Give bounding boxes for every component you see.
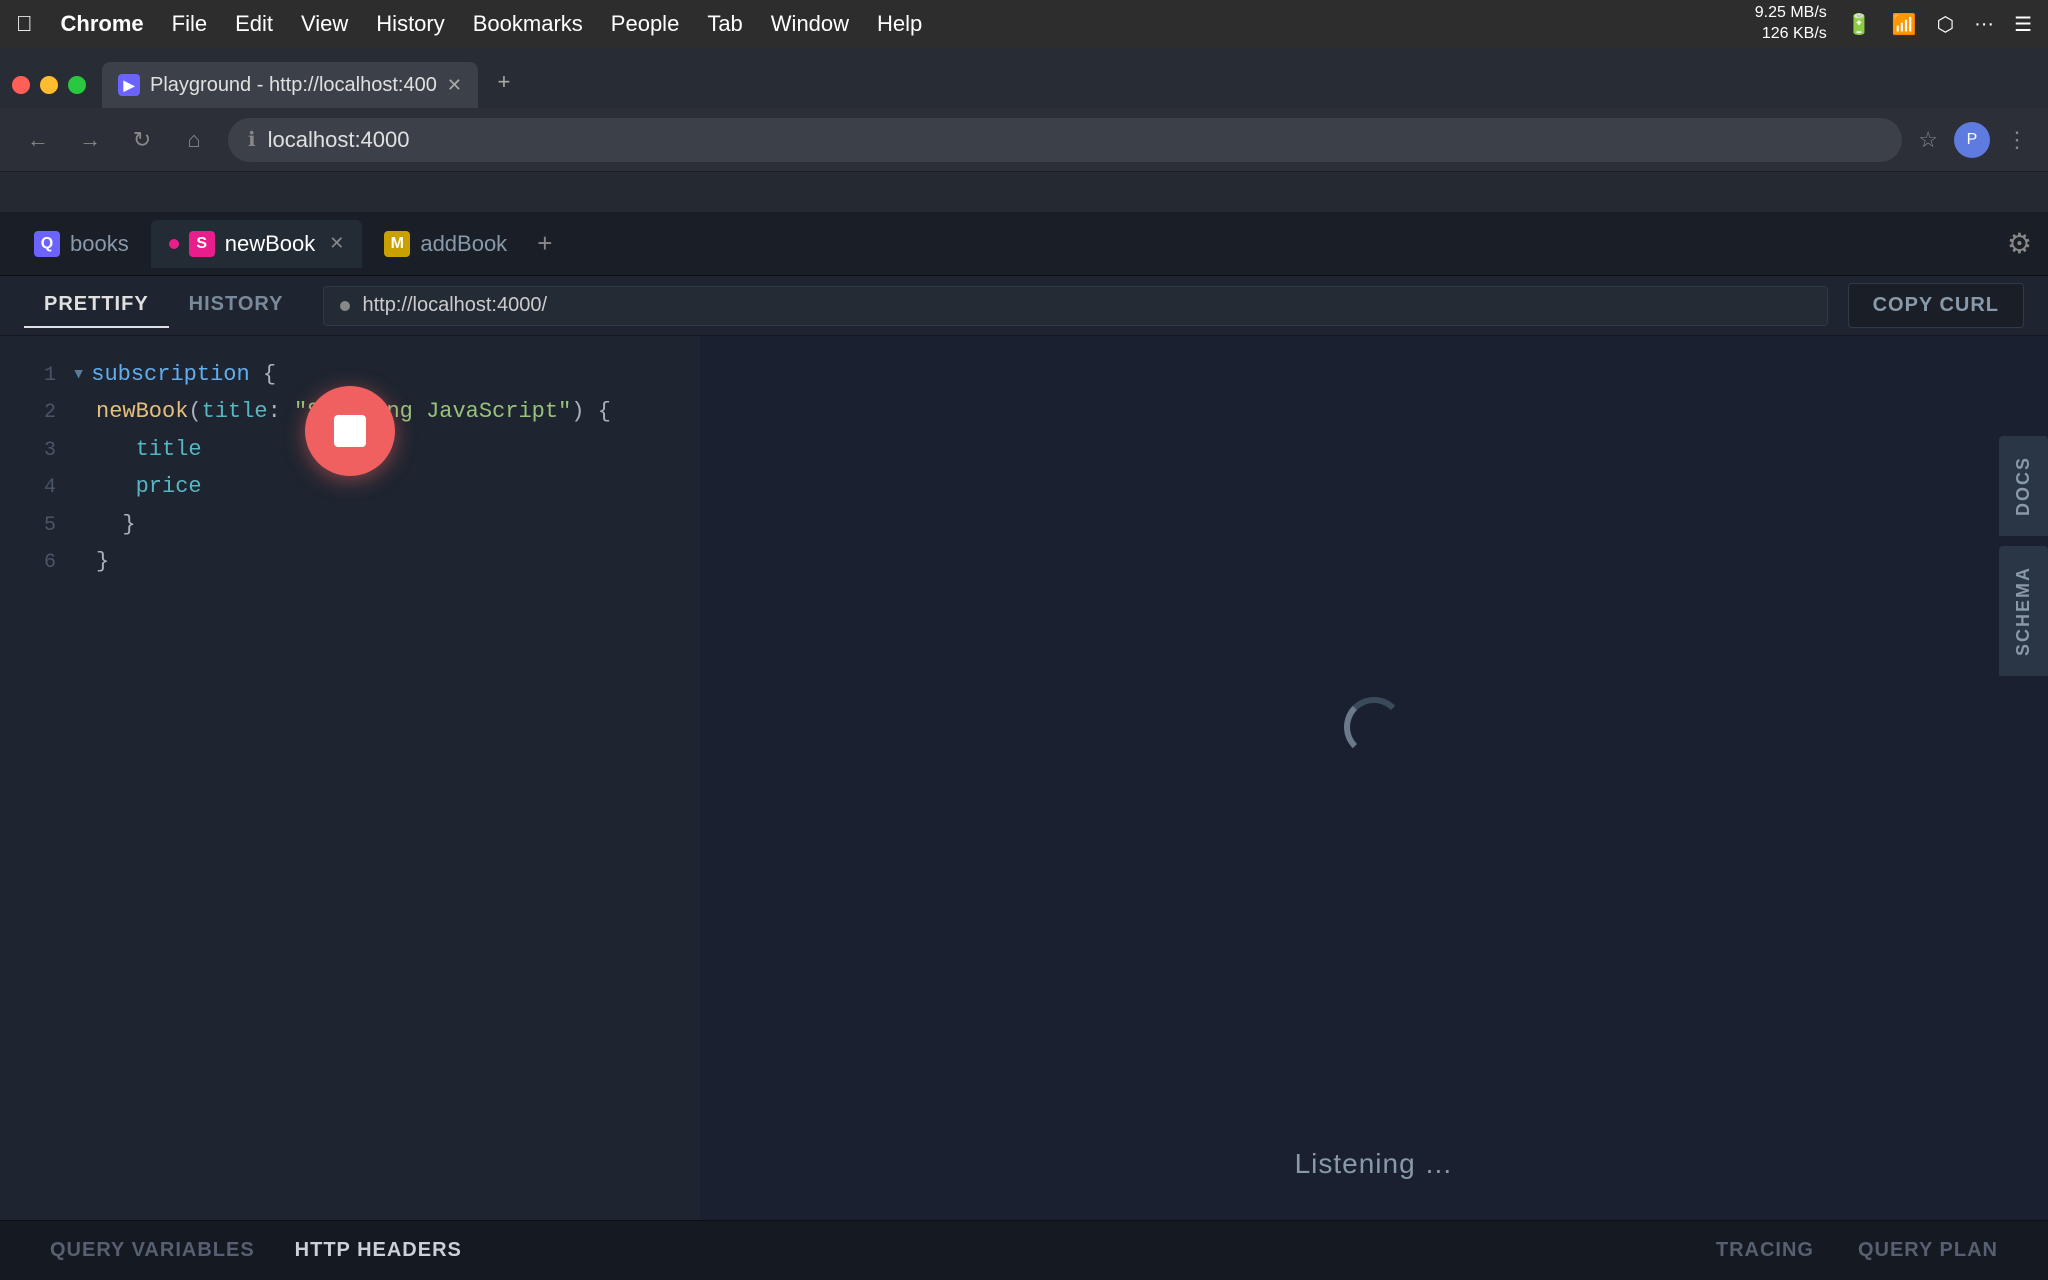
new-tab-button[interactable]: + xyxy=(486,64,522,100)
network-down: 126 KB/s xyxy=(1755,24,1827,45)
bookmark-icon[interactable]: ☆ xyxy=(1918,127,1938,153)
endpoint-url-bar[interactable]: http://localhost:4000/ xyxy=(323,286,1827,326)
browser-tab-active[interactable]: ▶ Playground - http://localhost:400 ✕ xyxy=(102,62,478,108)
reload-button[interactable]: ↻ xyxy=(124,122,160,158)
code-line-6: 6 } xyxy=(0,543,700,580)
http-headers-tab[interactable]: HTTP HEADERS xyxy=(275,1229,482,1272)
side-tabs: DOCS SCHEMA xyxy=(1996,336,2048,1220)
schema-tab-button[interactable]: SCHEMA xyxy=(1999,546,2048,676)
settings-icon[interactable]: ⚙ xyxy=(2007,227,2032,260)
token-close-inner: } xyxy=(96,506,136,543)
clock-icon: ··· xyxy=(1974,13,1994,36)
line-number-2: 2 xyxy=(20,396,56,430)
token-price-field: price xyxy=(96,468,202,505)
tab-addbook[interactable]: M addBook xyxy=(366,220,525,268)
line-number-3: 3 xyxy=(20,434,56,468)
menu-edit[interactable]: Edit xyxy=(235,11,273,37)
code-line-5: 5 } xyxy=(0,506,700,543)
token-newbook: newBook xyxy=(96,393,188,430)
network-up: 9.25 MB/s xyxy=(1755,3,1827,24)
token-title-field: title xyxy=(96,431,202,468)
tab-title: Playground - http://localhost:400 xyxy=(150,74,437,97)
tab-icon-newbook: S xyxy=(189,231,215,257)
menu-bookmarks[interactable]: Bookmarks xyxy=(473,11,583,37)
connection-status-dot xyxy=(340,301,350,311)
line-number-6: 6 xyxy=(20,546,56,580)
macos-menubar:  Chrome File Edit View History Bookmark… xyxy=(0,0,2048,48)
line-number-1: 1 xyxy=(20,359,56,393)
query-plan-tab[interactable]: QUERY PLAN xyxy=(1838,1229,2018,1272)
token-close-outer: } xyxy=(96,543,109,580)
query-variables-tab[interactable]: QUERY VARIABLES xyxy=(30,1229,275,1272)
tab-icon-addbook: M xyxy=(384,231,410,257)
forward-button[interactable]: → xyxy=(72,122,108,158)
prettify-button[interactable]: PRETTIFY xyxy=(24,283,169,328)
endpoint-url-text: http://localhost:4000/ xyxy=(362,294,547,317)
wifi-icon: 📶 xyxy=(1892,12,1917,37)
menu-view[interactable]: View xyxy=(301,11,348,37)
loading-spinner xyxy=(1344,697,1404,757)
tab-dot-newbook xyxy=(169,239,179,249)
traffic-lights xyxy=(12,76,86,94)
url-display: localhost:4000 xyxy=(268,127,1883,153)
tab-close-newbook[interactable]: ✕ xyxy=(329,233,344,254)
token-subscription: subscription xyxy=(91,356,249,393)
tab-label-addbook: addBook xyxy=(420,231,507,257)
bottom-right-tabs: TRACING QUERY PLAN xyxy=(1696,1229,2018,1272)
back-button[interactable]: ← xyxy=(20,122,56,158)
line-number-4: 4 xyxy=(20,471,56,505)
network-stats: 9.25 MB/s 126 KB/s xyxy=(1755,3,1827,45)
copy-curl-button[interactable]: COPY CURL xyxy=(1848,283,2024,328)
menu-file[interactable]: File xyxy=(172,11,207,37)
playground-main: 1 ▾ subscription { 2 newBook ( title : "… xyxy=(0,336,2048,1220)
tab-favicon: ▶ xyxy=(118,74,140,96)
docs-tab-button[interactable]: DOCS xyxy=(1999,436,2048,536)
address-bar[interactable]: ℹ localhost:4000 xyxy=(228,118,1902,162)
token-title-arg: title xyxy=(202,393,268,430)
menu-help[interactable]: Help xyxy=(877,11,922,37)
tab-newbook[interactable]: S newBook ✕ xyxy=(151,220,363,268)
editor-panel[interactable]: 1 ▾ subscription { 2 newBook ( title : "… xyxy=(0,336,700,1220)
menu-tab[interactable]: Tab xyxy=(707,11,742,37)
chrome-tabbar: ▶ Playground - http://localhost:400 ✕ + xyxy=(0,48,2048,108)
add-tab-button[interactable]: + xyxy=(537,228,552,259)
menubar-right: 9.25 MB/s 126 KB/s 🔋 📶 ⬡ ··· ☰ xyxy=(1755,3,2032,45)
apple-icon[interactable]:  xyxy=(16,11,33,37)
spacer xyxy=(0,172,2048,212)
tab-close-icon[interactable]: ✕ xyxy=(447,75,462,96)
tracing-tab[interactable]: TRACING xyxy=(1696,1229,1834,1272)
history-button[interactable]: HISTORY xyxy=(169,283,304,328)
traffic-light-green[interactable] xyxy=(68,76,86,94)
line-number-5: 5 xyxy=(20,509,56,543)
graphql-playground: Q books S newBook ✕ M addBook + ⚙ PRETTI… xyxy=(0,212,2048,1280)
traffic-light-red[interactable] xyxy=(12,76,30,94)
menu-history[interactable]: History xyxy=(376,11,444,37)
more-options-icon[interactable]: ⋮ xyxy=(2006,127,2028,153)
battery-icon: 🔋 xyxy=(1847,12,1872,37)
fold-arrow-1[interactable]: ▾ xyxy=(72,356,85,393)
ssl-icon: ℹ xyxy=(248,127,256,152)
result-panel: Listening … DOCS SCHEMA xyxy=(700,336,2048,1220)
chrome-addressbar: ← → ↻ ⌂ ℹ localhost:4000 ☆ P ⋮ xyxy=(0,108,2048,172)
menu-people[interactable]: People xyxy=(611,11,680,37)
menu-extras-icon: ☰ xyxy=(2014,12,2032,37)
traffic-light-yellow[interactable] xyxy=(40,76,58,94)
tab-label-newbook: newBook xyxy=(225,231,316,257)
tab-books[interactable]: Q books xyxy=(16,220,147,268)
tab-icon-books: Q xyxy=(34,231,60,257)
bluetooth-icon: ⬡ xyxy=(1937,12,1954,37)
menu-chrome[interactable]: Chrome xyxy=(61,11,144,37)
stop-button[interactable] xyxy=(305,386,395,476)
spinner-container xyxy=(700,336,2048,1118)
stop-icon xyxy=(334,415,366,447)
playground-toolbar: PRETTIFY HISTORY http://localhost:4000/ … xyxy=(0,276,2048,336)
playground-tabs: Q books S newBook ✕ M addBook + ⚙ xyxy=(0,212,2048,276)
tab-label-books: books xyxy=(70,231,129,257)
menu-window[interactable]: Window xyxy=(771,11,849,37)
profile-avatar[interactable]: P xyxy=(1954,122,1990,158)
listening-status: Listening … xyxy=(700,1118,2048,1220)
playground-bottom: QUERY VARIABLES HTTP HEADERS TRACING QUE… xyxy=(0,1220,2048,1280)
home-button[interactable]: ⌂ xyxy=(176,122,212,158)
